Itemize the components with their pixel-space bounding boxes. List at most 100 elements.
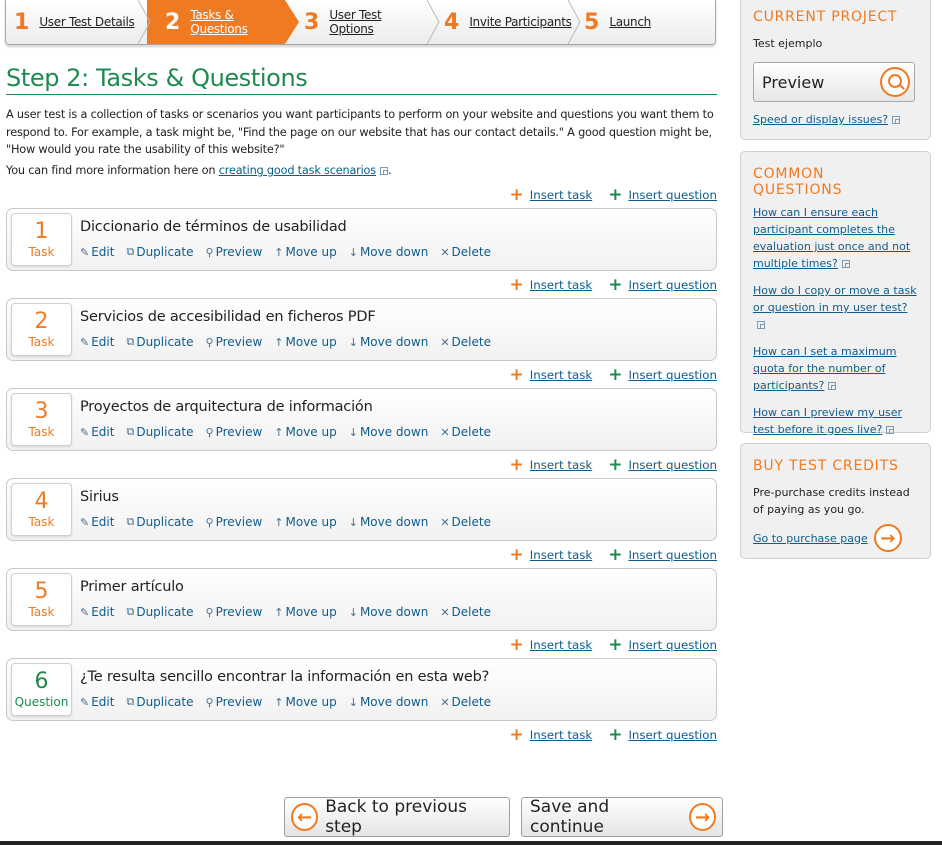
insert-task-link[interactable]: Insert task xyxy=(530,368,592,382)
insert-task-link[interactable]: Insert task xyxy=(530,548,592,562)
item-type: Task xyxy=(28,425,55,439)
insert-task-link[interactable]: Insert task xyxy=(530,728,592,742)
item-badge: 2 Task xyxy=(11,303,72,356)
move-up-button[interactable]: ↑ Move up xyxy=(274,425,336,439)
insert-row: + Insert task + Insert question xyxy=(510,187,717,204)
move-down-button[interactable]: ↓ Move down xyxy=(349,245,429,259)
insert-task-button[interactable]: + Insert task xyxy=(510,277,593,294)
insert-question-link[interactable]: Insert question xyxy=(628,188,717,202)
wizard-step-2[interactable]: 2 Tasks & Questions xyxy=(147,0,285,44)
insert-task-button[interactable]: + Insert task xyxy=(510,547,593,564)
move-up-button[interactable]: ↑ Move up xyxy=(274,335,336,349)
insert-question-link[interactable]: Insert question xyxy=(628,278,717,292)
step-separator xyxy=(427,0,440,44)
search-icon xyxy=(880,67,910,97)
delete-label: Delete xyxy=(451,425,491,439)
item-card-2: 2 Task Servicios de accesibilidad en fic… xyxy=(6,298,717,361)
wizard-step-3[interactable]: 3 User Test Options xyxy=(304,0,429,44)
preview-project-button[interactable]: Preview xyxy=(753,62,915,102)
faq-link-preview-test[interactable]: How can I preview my user test before it… xyxy=(753,404,918,438)
delete-button[interactable]: ✕ Delete xyxy=(440,425,491,439)
step-number: 4 xyxy=(444,9,460,35)
insert-question-link[interactable]: Insert question xyxy=(628,638,717,652)
edit-button[interactable]: ✎ Edit xyxy=(80,335,114,349)
edit-button[interactable]: ✎ Edit xyxy=(80,695,114,709)
insert-question-link[interactable]: Insert question xyxy=(628,458,717,472)
move-up-button[interactable]: ↑ Move up xyxy=(274,515,336,529)
insert-question-button[interactable]: + Insert question xyxy=(608,277,717,294)
insert-task-button[interactable]: + Insert task xyxy=(510,637,593,654)
delete-button[interactable]: ✕ Delete xyxy=(440,335,491,349)
faq-link-max-quota[interactable]: How can I set a maximum quota for the nu… xyxy=(753,343,918,394)
item-badge: 4 Task xyxy=(11,483,72,536)
insert-task-button[interactable]: + Insert task xyxy=(510,187,593,204)
insert-task-link[interactable]: Insert task xyxy=(530,278,592,292)
wizard-step-1[interactable]: 1 User Test Details xyxy=(14,0,149,44)
delete-button[interactable]: ✕ Delete xyxy=(440,695,491,709)
insert-question-link[interactable]: Insert question xyxy=(628,368,717,382)
item-title: ¿Te resulta sencillo encontrar la inform… xyxy=(80,669,490,685)
arrow-down-icon: ↓ xyxy=(348,515,358,529)
faq-link-copy-move[interactable]: How do I copy or move a task or question… xyxy=(753,282,918,333)
move-down-button[interactable]: ↓ Move down xyxy=(349,425,429,439)
wizard-step-5[interactable]: 5 Launch xyxy=(584,0,674,44)
insert-task-button[interactable]: + Insert task xyxy=(510,457,593,474)
preview-button[interactable]: ⚲ Preview xyxy=(206,605,263,619)
insert-question-button[interactable]: + Insert question xyxy=(608,547,717,564)
insert-task-link[interactable]: Insert task xyxy=(530,188,592,202)
insert-task-link[interactable]: Insert task xyxy=(530,458,592,472)
insert-task-button[interactable]: + Insert task xyxy=(510,727,593,744)
duplicate-button[interactable]: ⧉ Duplicate xyxy=(126,245,193,259)
save-continue-button[interactable]: Save and continue → xyxy=(521,797,723,837)
insert-question-button[interactable]: + Insert question xyxy=(608,637,717,654)
delete-button[interactable]: ✕ Delete xyxy=(440,245,491,259)
step-label[interactable]: User Test Details xyxy=(39,15,134,29)
arrow-right-icon[interactable]: → xyxy=(873,524,902,552)
preview-button[interactable]: ⚲ Preview xyxy=(206,335,263,349)
faq-link-once-per-participant[interactable]: How can I ensure each participant comple… xyxy=(753,204,918,272)
move-up-button[interactable]: ↑ Move up xyxy=(274,605,336,619)
purchase-link[interactable]: Go to purchase page xyxy=(753,530,868,547)
edit-button[interactable]: ✎ Edit xyxy=(80,245,114,259)
insert-question-button[interactable]: + Insert question xyxy=(608,367,717,384)
task-scenarios-link[interactable]: creating good task scenarios xyxy=(219,164,376,177)
item-title: Primer artículo xyxy=(80,579,184,595)
move-down-button[interactable]: ↓ Move down xyxy=(349,335,429,349)
item-type: Question xyxy=(14,695,69,709)
preview-button[interactable]: ⚲ Preview xyxy=(206,695,263,709)
step-label[interactable]: Launch xyxy=(609,15,651,29)
preview-button[interactable]: ⚲ Preview xyxy=(206,515,263,529)
duplicate-button[interactable]: ⧉ Duplicate xyxy=(126,425,193,439)
move-down-button[interactable]: ↓ Move down xyxy=(349,605,429,619)
back-button[interactable]: ← Back to previous step xyxy=(284,797,510,837)
insert-question-button[interactable]: + Insert question xyxy=(608,457,717,474)
preview-button[interactable]: ⚲ Preview xyxy=(206,245,263,259)
insert-question-button[interactable]: + Insert question xyxy=(608,727,717,744)
delete-button[interactable]: ✕ Delete xyxy=(440,605,491,619)
insert-task-link[interactable]: Insert task xyxy=(530,638,592,652)
duplicate-button[interactable]: ⧉ Duplicate xyxy=(126,335,193,349)
insert-question-button[interactable]: + Insert question xyxy=(608,187,717,204)
move-down-button[interactable]: ↓ Move down xyxy=(349,695,429,709)
move-up-button[interactable]: ↑ Move up xyxy=(274,695,336,709)
step-label[interactable]: Tasks & Questions xyxy=(190,8,285,36)
move-down-button[interactable]: ↓ Move down xyxy=(349,515,429,529)
preview-button[interactable]: ⚲ Preview xyxy=(206,425,263,439)
edit-button[interactable]: ✎ Edit xyxy=(80,515,114,529)
speed-issues-link[interactable]: Speed or display issues? xyxy=(753,113,888,126)
edit-button[interactable]: ✎ Edit xyxy=(80,605,114,619)
move-up-button[interactable]: ↑ Move up xyxy=(274,245,336,259)
duplicate-button[interactable]: ⧉ Duplicate xyxy=(126,605,193,619)
insert-task-button[interactable]: + Insert task xyxy=(510,367,593,384)
insert-question-link[interactable]: Insert question xyxy=(628,728,717,742)
preview-label: Preview xyxy=(215,515,263,529)
delete-button[interactable]: ✕ Delete xyxy=(440,515,491,529)
duplicate-button[interactable]: ⧉ Duplicate xyxy=(126,695,193,709)
edit-button[interactable]: ✎ Edit xyxy=(80,425,114,439)
step-label[interactable]: User Test Options xyxy=(329,8,429,36)
step-label[interactable]: Invite Participants xyxy=(469,15,572,29)
insert-question-link[interactable]: Insert question xyxy=(628,548,717,562)
wizard-step-4[interactable]: 4 Invite Participants xyxy=(444,0,574,44)
magnifier-icon: ⚲ xyxy=(205,515,214,529)
duplicate-button[interactable]: ⧉ Duplicate xyxy=(126,515,193,529)
